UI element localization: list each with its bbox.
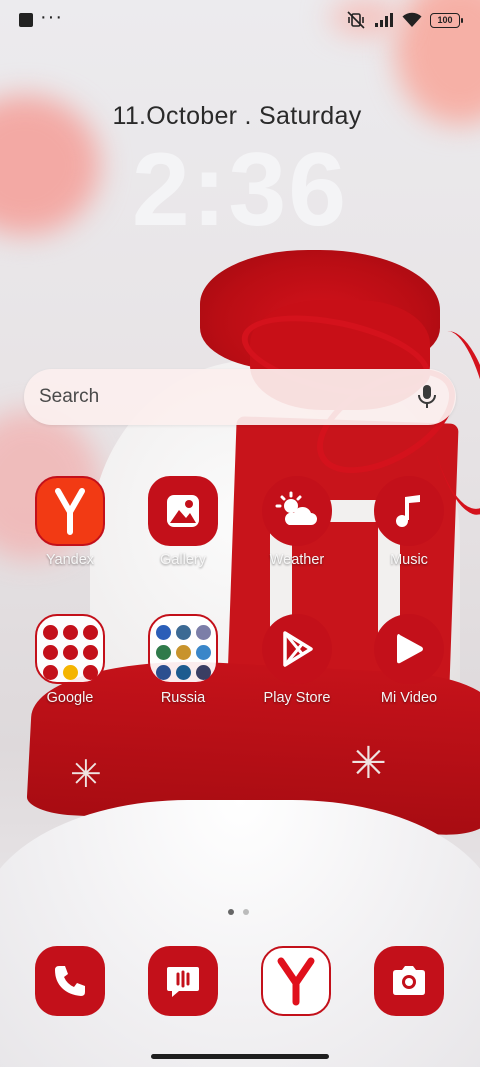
mute-vibrate-icon (347, 11, 365, 29)
music-icon (374, 476, 444, 546)
clock-time[interactable]: 2:36 (0, 138, 480, 242)
dock-phone[interactable] (35, 946, 105, 1016)
yandex-icon (35, 476, 105, 546)
home-gesture-bar[interactable] (151, 1054, 329, 1059)
app-label: Music (390, 552, 428, 568)
page-dot (243, 909, 249, 915)
page-indicator (228, 909, 249, 915)
app-music[interactable]: Music (354, 476, 464, 568)
play-store-icon (262, 614, 332, 684)
gallery-icon (148, 476, 218, 546)
search-bar[interactable]: Search (24, 369, 456, 425)
dock-camera[interactable] (374, 946, 444, 1016)
app-label: Gallery (160, 552, 206, 568)
dock-messages[interactable] (148, 946, 218, 1016)
camera-icon (393, 966, 425, 995)
battery-level: 100 (437, 15, 453, 25)
dock-yandex-browser[interactable] (261, 946, 331, 1016)
app-weather[interactable]: Weather (242, 476, 352, 568)
app-notification-square-icon (19, 13, 33, 27)
app-russia-folder[interactable]: Russia (128, 614, 238, 706)
battery-icon: 100 (430, 12, 463, 28)
app-label: Play Store (263, 690, 331, 706)
app-label: Google (46, 690, 94, 706)
russia-folder-icon (148, 614, 218, 684)
page-dot-active (228, 909, 234, 915)
mic-icon[interactable] (415, 383, 439, 411)
messages-icon (167, 967, 199, 997)
more-notifications-icon: ··· (40, 6, 63, 28)
wifi-icon (402, 12, 422, 27)
phone-icon (55, 966, 85, 996)
google-folder-icon (35, 614, 105, 684)
app-play-store[interactable]: Play Store (242, 614, 352, 706)
weather-icon (262, 476, 332, 546)
app-mi-video[interactable]: Mi Video (354, 614, 464, 706)
yandex-browser-icon (277, 957, 315, 1006)
app-label: Mi Video (380, 690, 438, 706)
app-yandex[interactable]: Yandex (15, 476, 125, 568)
mi-video-icon (374, 614, 444, 684)
search-placeholder: Search (39, 386, 100, 407)
app-gallery[interactable]: Gallery (128, 476, 238, 568)
app-label: Yandex (45, 552, 95, 568)
app-label: Russia (160, 690, 206, 706)
status-bar: ··· 100 (0, 0, 480, 42)
app-label: Weather (269, 552, 325, 568)
signal-icon (375, 13, 393, 27)
app-google-folder[interactable]: Google (15, 614, 125, 706)
date-label: 11.October . Saturday (112, 102, 362, 130)
